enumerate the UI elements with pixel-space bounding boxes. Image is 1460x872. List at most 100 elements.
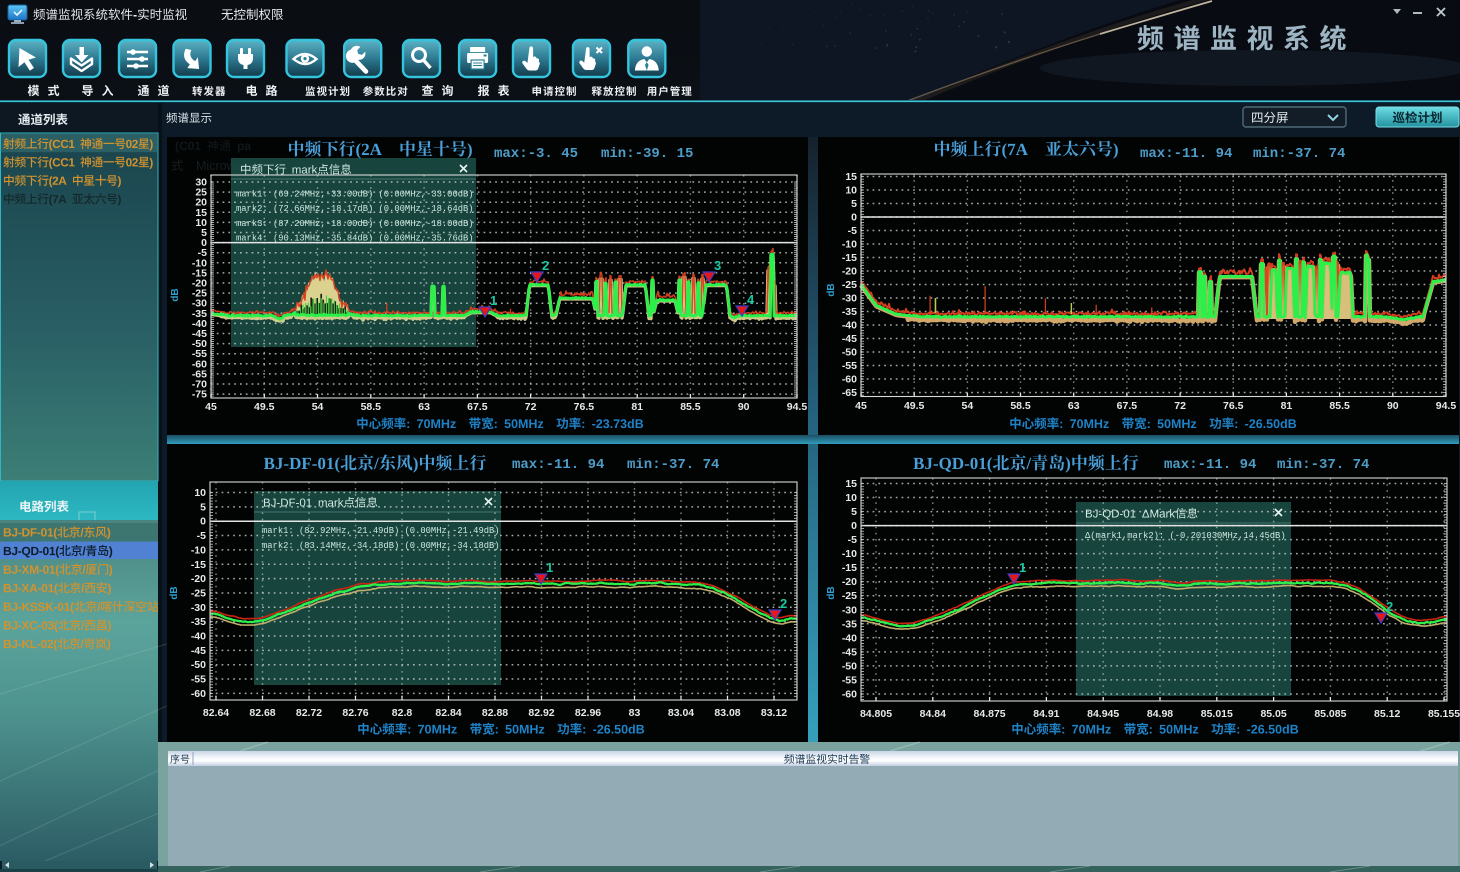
svg-text:min:-37. 74: min:-37. 74	[627, 457, 719, 473]
svg-text:-30: -30	[842, 604, 857, 616]
svg-text:84.84: 84.84	[920, 708, 946, 720]
svg-text:81: 81	[631, 401, 643, 413]
svg-text:3: 3	[714, 258, 721, 273]
svg-text:82.72: 82.72	[296, 707, 322, 719]
svg-text:67.5: 67.5	[1117, 400, 1138, 412]
svg-text:15: 15	[845, 171, 857, 183]
svg-text:-5: -5	[848, 534, 857, 546]
svg-text:-5: -5	[848, 225, 857, 237]
svg-text:-55: -55	[842, 674, 857, 686]
svg-text:mark2: (72.66MHz,-18.17dB) (0: mark2: (72.66MHz,-18.17dB) (0.00MHz,-18.…	[236, 204, 474, 214]
svg-text:-65: -65	[842, 387, 857, 399]
svg-text:72: 72	[1174, 400, 1186, 412]
svg-text:82.96: 82.96	[575, 707, 601, 719]
svg-text:49.5: 49.5	[254, 401, 275, 413]
svg-text:84.875: 84.875	[974, 708, 1006, 720]
svg-text:max:-11. 94: max:-11. 94	[1164, 457, 1256, 473]
svg-text:-20: -20	[191, 573, 206, 585]
svg-text:90: 90	[1387, 400, 1399, 412]
svg-text:mark3: (87.20MHz,-18.00dB) (0: mark3: (87.20MHz,-18.00dB) (0.00MHz,-18.…	[236, 219, 474, 229]
svg-text:85.155: 85.155	[1428, 708, 1460, 720]
svg-text:81: 81	[1281, 400, 1293, 412]
svg-text:5: 5	[851, 506, 857, 518]
svg-text:-20: -20	[842, 266, 857, 278]
svg-text:dB: dB	[170, 288, 181, 301]
svg-text:min:-37. 74: min:-37. 74	[1277, 457, 1369, 473]
svg-text:82.68: 82.68	[249, 707, 275, 719]
svg-text:-50: -50	[191, 659, 206, 671]
svg-text:dB: dB	[826, 283, 837, 296]
svg-text:82.92: 82.92	[528, 707, 554, 719]
svg-text:94.5: 94.5	[1436, 400, 1457, 412]
svg-text:0: 0	[851, 212, 857, 224]
svg-text:-10: -10	[191, 544, 206, 556]
svg-text:-25: -25	[191, 587, 206, 599]
svg-text:-50: -50	[842, 347, 857, 359]
svg-text:-45: -45	[842, 333, 857, 345]
svg-text:-45: -45	[191, 645, 206, 657]
svg-text:82.88: 82.88	[482, 707, 508, 719]
svg-text:10: 10	[845, 185, 857, 197]
svg-text:-15: -15	[842, 252, 857, 264]
svg-text:-40: -40	[842, 632, 857, 644]
svg-text:45: 45	[855, 400, 867, 412]
svg-text:-40: -40	[191, 631, 206, 643]
svg-text:2: 2	[542, 258, 549, 273]
svg-text:83.04: 83.04	[668, 707, 694, 719]
svg-text:-60: -60	[191, 688, 206, 700]
svg-text:-40: -40	[842, 320, 857, 332]
svg-text:2: 2	[1386, 599, 1393, 614]
svg-text:mark1: (82.92MHz,-21.49dB) (0: mark1: (82.92MHz,-21.49dB) (0.00MHz,-21.…	[262, 526, 500, 536]
svg-text:85.05: 85.05	[1260, 708, 1286, 720]
svg-text:82.76: 82.76	[342, 707, 368, 719]
svg-text:54: 54	[312, 401, 324, 413]
svg-text:45: 45	[205, 401, 217, 413]
svg-text:-35: -35	[842, 306, 857, 318]
svg-text:dB: dB	[826, 586, 837, 599]
svg-text:54: 54	[962, 400, 974, 412]
svg-text:-50: -50	[842, 660, 857, 672]
svg-text:mark4: (90.13MHz,-35.84dB) (0: mark4: (90.13MHz,-35.84dB) (0.00MHz,-35.…	[236, 234, 474, 244]
svg-text:82.8: 82.8	[392, 707, 413, 719]
svg-text:76.5: 76.5	[1223, 400, 1244, 412]
svg-text:76.5: 76.5	[574, 401, 595, 413]
svg-text:-25: -25	[842, 590, 857, 602]
svg-text:1: 1	[1019, 560, 1026, 575]
svg-text:49.5: 49.5	[904, 400, 925, 412]
svg-text:84.91: 84.91	[1033, 708, 1059, 720]
svg-text:1: 1	[546, 560, 553, 575]
svg-text:-75: -75	[192, 389, 207, 401]
svg-text:63: 63	[418, 401, 430, 413]
svg-text:94.5: 94.5	[787, 401, 808, 413]
svg-text:85.12: 85.12	[1374, 708, 1400, 720]
svg-text:dB: dB	[169, 586, 180, 599]
svg-text:58.5: 58.5	[1010, 400, 1031, 412]
svg-text:85.015: 85.015	[1201, 708, 1233, 720]
svg-text:83.08: 83.08	[714, 707, 740, 719]
svg-text:83.12: 83.12	[761, 707, 787, 719]
svg-text:-15: -15	[842, 562, 857, 574]
svg-text:82.64: 82.64	[203, 707, 229, 719]
svg-text:84.945: 84.945	[1087, 708, 1119, 720]
svg-text:83: 83	[629, 707, 641, 719]
svg-text:max:-3. 45: max:-3. 45	[494, 146, 578, 162]
svg-text:Δ(mark1,mark2): (-0.201030MHz,: Δ(mark1,mark2): (-0.201030MHz,14.45dB)	[1085, 531, 1286, 541]
svg-text:-55: -55	[191, 674, 206, 686]
svg-text:72: 72	[525, 401, 537, 413]
svg-text:-35: -35	[842, 618, 857, 630]
svg-text:-60: -60	[842, 688, 857, 700]
svg-text:0: 0	[851, 520, 857, 532]
svg-text:min:-39. 15: min:-39. 15	[601, 146, 693, 162]
svg-text:-20: -20	[842, 576, 857, 588]
svg-text:-35: -35	[191, 616, 206, 628]
svg-text:5: 5	[200, 501, 206, 513]
svg-text:10: 10	[845, 492, 857, 504]
svg-text:-10: -10	[842, 548, 857, 560]
svg-text:-60: -60	[842, 374, 857, 386]
svg-text:84.98: 84.98	[1147, 708, 1173, 720]
svg-text:-5: -5	[197, 530, 206, 542]
svg-text:82.84: 82.84	[435, 707, 461, 719]
svg-text:1: 1	[490, 293, 497, 308]
svg-text:-55: -55	[842, 360, 857, 372]
svg-text:mark2: (83.14MHz,-34.18dB) (0: mark2: (83.14MHz,-34.18dB) (0.00MHz,-34.…	[262, 541, 500, 551]
